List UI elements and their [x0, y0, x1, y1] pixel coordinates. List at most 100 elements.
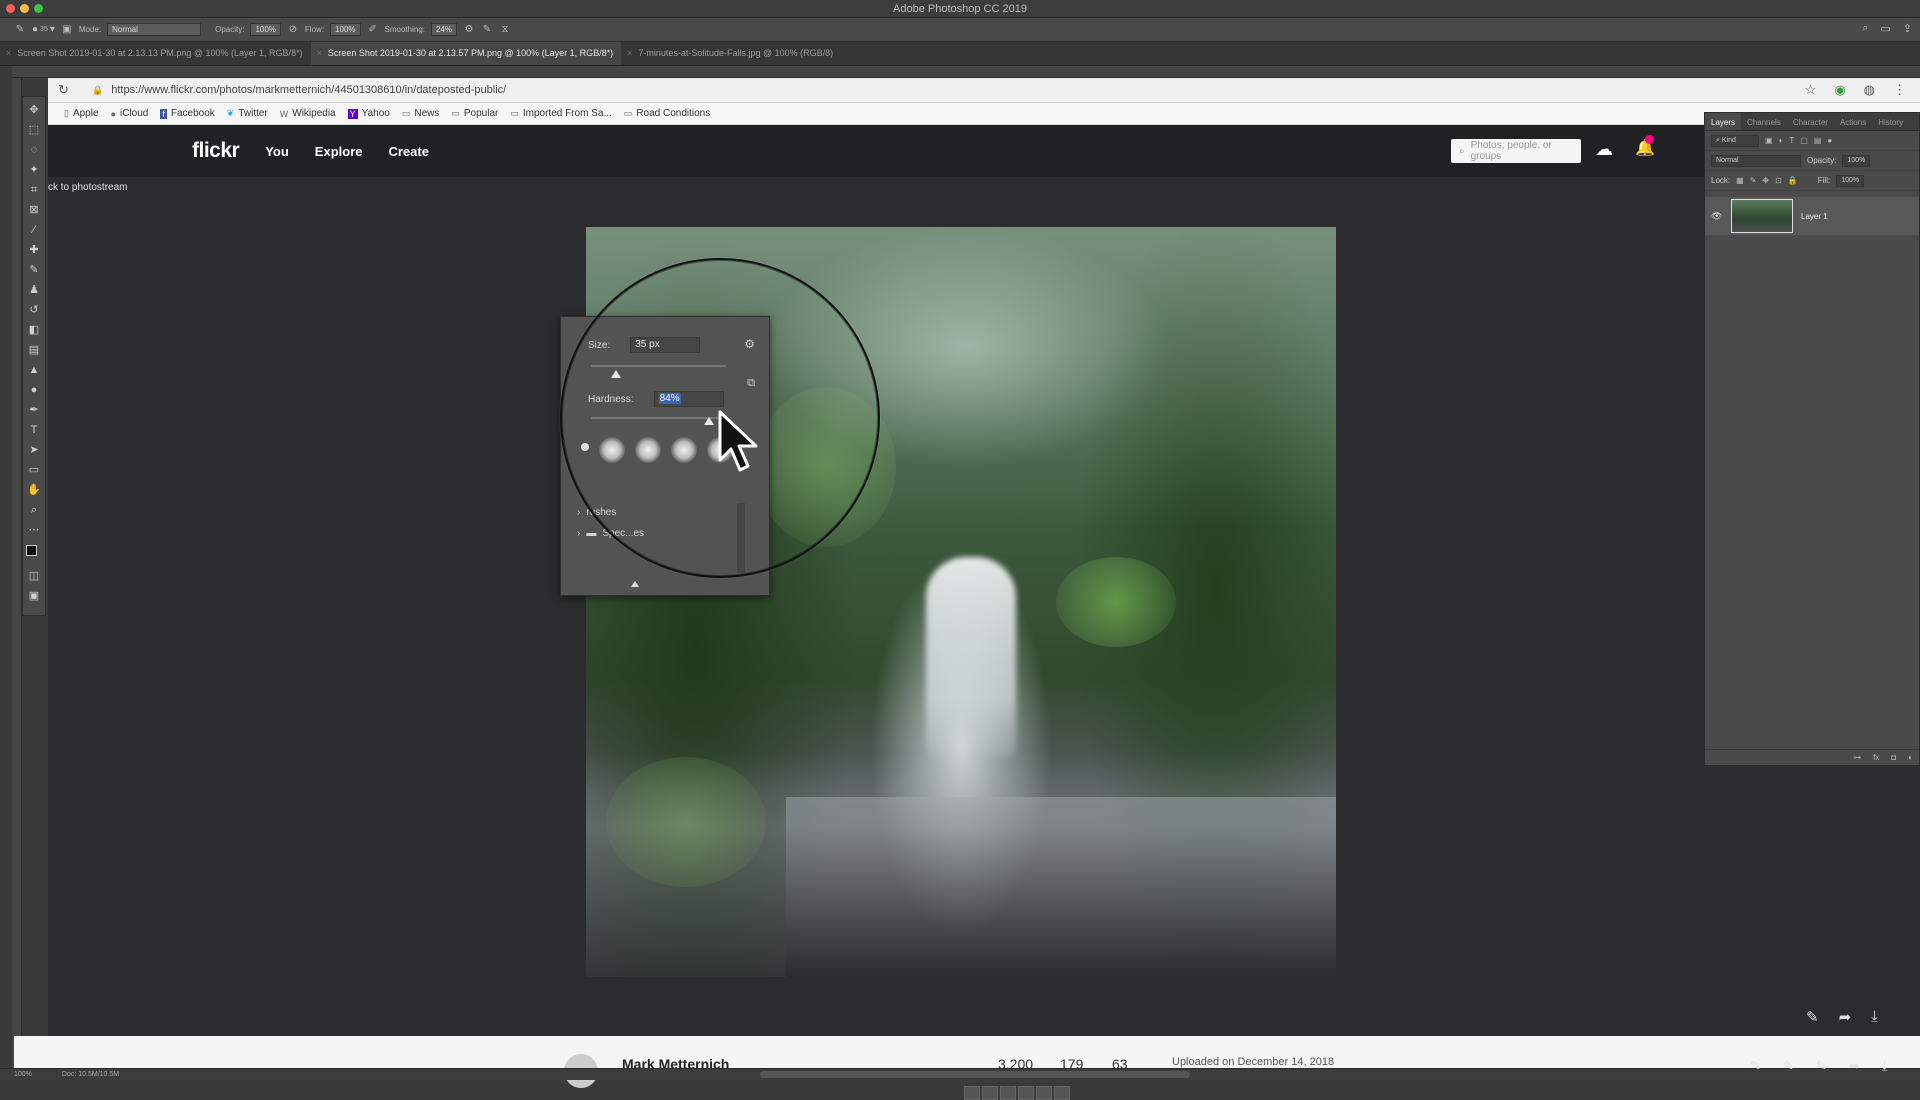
edit-icon[interactable]: ✎	[1750, 1058, 1761, 1074]
eraser-tool-icon[interactable]: ◧	[26, 323, 42, 337]
color-swatches[interactable]	[26, 545, 42, 563]
upload-cloud-icon[interactable]: ☁	[1595, 139, 1613, 160]
opacity-field[interactable]: 100%	[250, 23, 281, 36]
bookmark-item[interactable]: ▭ Road Conditions	[624, 108, 710, 119]
symmetry-icon[interactable]: ⧖	[499, 24, 511, 36]
size-field[interactable]: 35 px	[630, 337, 701, 353]
more-tools-icon[interactable]: ⋯	[26, 523, 42, 537]
tab-channels[interactable]: Channels	[1741, 113, 1787, 130]
tab-character[interactable]: Character	[1787, 113, 1834, 130]
type-tool-icon[interactable]: T	[26, 423, 42, 437]
brush-preset-picker[interactable]: ● 35 ▾	[32, 24, 55, 36]
reload-icon[interactable]: ↻	[58, 82, 78, 98]
bookmark-item[interactable]: ▭ News	[402, 108, 440, 119]
crop-tool-icon[interactable]: ⌗	[26, 183, 42, 197]
blur-tool-icon[interactable]: ▲	[26, 363, 42, 377]
share-arrow-icon[interactable]: ➦	[1839, 1008, 1852, 1026]
rectangle-tool-icon[interactable]: ▭	[26, 463, 42, 477]
edit-icon[interactable]: ✎	[1816, 1058, 1827, 1074]
quick-select-tool-icon[interactable]: ✦	[26, 163, 42, 177]
clone-stamp-tool-icon[interactable]: ♟	[26, 283, 42, 297]
edit-icon[interactable]: ✎	[1783, 1058, 1794, 1074]
nav-create[interactable]: Create	[388, 144, 428, 159]
extension-icon[interactable]: ◉	[1834, 82, 1845, 98]
tab-actions[interactable]: Actions	[1834, 113, 1872, 130]
dodge-tool-icon[interactable]: ●	[26, 383, 42, 397]
brush-tool-icon[interactable]: ✎	[14, 24, 26, 36]
lock-all-icon[interactable]: 🔒	[1788, 176, 1798, 185]
close-tab-icon[interactable]: ×	[317, 48, 322, 65]
new-preset-icon[interactable]: ⧉	[747, 377, 755, 390]
back-to-photostream-link[interactable]: ck to photostream	[48, 182, 127, 193]
layer-row[interactable]: 👁 Layer 1	[1705, 197, 1919, 235]
menu-dots-icon[interactable]: ⋮	[1893, 82, 1906, 98]
size-slider-handle[interactable]	[611, 370, 621, 378]
lasso-tool-icon[interactable]: ◌	[26, 143, 42, 157]
preview-size-slider-handle[interactable]	[631, 581, 639, 587]
shape-filter-icon[interactable]: ▢	[1800, 136, 1808, 145]
bookmark-item[interactable]: ● iCloud	[111, 108, 149, 119]
adjustment-filter-icon[interactable]: ◐	[1779, 136, 1784, 145]
thumb[interactable]	[964, 1086, 980, 1100]
smart-object-filter-icon[interactable]: ▤	[1814, 136, 1822, 145]
brush-folder[interactable]: › rushes	[577, 507, 644, 518]
close-tab-icon[interactable]: ×	[627, 48, 632, 65]
horizontal-ruler[interactable]	[12, 66, 1920, 78]
flickr-search-input[interactable]: ⌕ Photos, people, or groups	[1451, 139, 1581, 163]
opacity-field[interactable]: 100%	[1842, 154, 1871, 167]
flickr-logo[interactable]: flickr	[192, 139, 240, 163]
foreground-color[interactable]	[26, 545, 37, 556]
eyedropper-tool-icon[interactable]: ⁄	[26, 223, 42, 237]
hand-tool-icon[interactable]: ✋	[26, 483, 42, 497]
download-icon[interactable]: ⤓	[1871, 1008, 1878, 1026]
doc-tab-active[interactable]: × Screen Shot 2019-01-30 at 2.13.57 PM.pn…	[310, 42, 622, 65]
zoom-tool-icon[interactable]: ⌕	[26, 503, 42, 517]
thumb[interactable]	[1000, 1086, 1016, 1100]
filter-toggle-icon[interactable]: ●	[1827, 136, 1832, 145]
size-slider[interactable]	[591, 365, 726, 367]
lock-transparency-icon[interactable]: ▦	[1736, 176, 1744, 185]
doc-size[interactable]: Doc: 10.5M/10.5M	[62, 1071, 119, 1078]
tab-history[interactable]: History	[1872, 113, 1909, 130]
fill-field[interactable]: 100%	[1836, 174, 1865, 187]
brush-tip[interactable]	[635, 437, 661, 463]
share-arrow-icon[interactable]: ➦	[1849, 1058, 1860, 1074]
url-text[interactable]: https://www.flickr.com/photos/markmetter…	[111, 84, 506, 96]
pressure-size-icon[interactable]: ✎	[481, 24, 493, 36]
path-selection-tool-icon[interactable]: ➤	[26, 443, 42, 457]
thumb[interactable]	[982, 1086, 998, 1100]
visibility-eye-icon[interactable]: 👁	[1711, 211, 1723, 222]
bookmark-item[interactable]: ❦ Twitter	[227, 108, 268, 119]
tab-layers[interactable]: Layers	[1705, 113, 1742, 130]
horizontal-scrollbar[interactable]	[760, 1071, 1190, 1078]
workspace-icon[interactable]: ▭	[1880, 22, 1890, 35]
pressure-opacity-icon[interactable]: ⊘	[287, 24, 299, 36]
download-icon[interactable]: ⤓	[1882, 1058, 1888, 1074]
bookmark-star-icon[interactable]: ☆	[1805, 82, 1817, 98]
close-tab-icon[interactable]: ×	[6, 48, 11, 65]
thumb[interactable]	[1036, 1086, 1052, 1100]
bookmark-item[interactable]: Y Yahoo	[347, 108, 390, 119]
zoom-level[interactable]: 100%	[14, 1071, 32, 1078]
history-brush-tool-icon[interactable]: ↺	[26, 303, 42, 317]
healing-brush-tool-icon[interactable]: ✚	[26, 243, 42, 257]
bookmark-item[interactable]: f Facebook	[160, 108, 215, 119]
kind-filter-select[interactable]: ⌕ Kind	[1711, 134, 1759, 147]
edit-icon[interactable]: ✎	[1806, 1008, 1819, 1026]
frame-tool-icon[interactable]: ⊠	[26, 203, 42, 217]
marquee-tool-icon[interactable]: ⬚	[26, 123, 42, 137]
lock-position-icon[interactable]: ✥	[1762, 176, 1769, 185]
screen-mode-icon[interactable]: ▣	[26, 589, 42, 603]
airbrush-icon[interactable]: ✐	[367, 24, 379, 36]
type-filter-icon[interactable]: T	[1789, 136, 1794, 145]
nav-explore[interactable]: Explore	[315, 144, 363, 159]
thumb[interactable]	[1054, 1086, 1070, 1100]
share-icon[interactable]: ⇪	[1903, 22, 1912, 35]
profile-icon[interactable]: ◍	[1864, 82, 1875, 98]
flow-field[interactable]: 100%	[330, 23, 361, 36]
blend-mode-select[interactable]: Normal	[1711, 154, 1801, 167]
bookmark-item[interactable]: ▯ Apple	[64, 108, 99, 119]
brush-tip[interactable]	[599, 437, 625, 463]
lock-pixels-icon[interactable]: ✎	[1750, 176, 1757, 185]
hardness-slider-handle[interactable]	[704, 417, 714, 425]
